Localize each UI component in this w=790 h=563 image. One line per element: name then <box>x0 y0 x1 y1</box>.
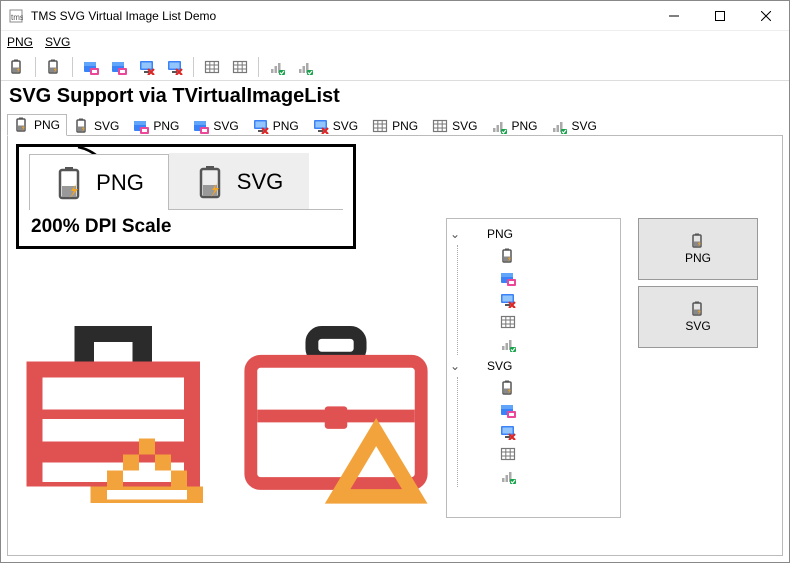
toolbar-grid-svg[interactable] <box>228 56 252 78</box>
battery-icon <box>500 248 516 264</box>
battery-icon <box>690 233 706 249</box>
toolbar-battery-png[interactable] <box>5 56 29 78</box>
save-icon <box>193 118 209 134</box>
menubar: PNG SVG <box>1 31 789 53</box>
monitor-x-icon <box>313 118 329 134</box>
dpi-scale-box: PNG SVG 200% DPI Scale <box>16 144 356 249</box>
toolbar-bars-svg[interactable] <box>293 56 317 78</box>
tree-leaf[interactable] <box>464 311 618 333</box>
tree-node-svg[interactable]: ⌄ SVG <box>449 355 618 377</box>
battery-icon <box>690 301 706 317</box>
tree-leaf[interactable] <box>464 465 618 487</box>
battery-icon <box>54 166 86 200</box>
bars-icon <box>500 336 516 352</box>
toolbar-save-png[interactable] <box>79 56 103 78</box>
chevron-down-icon[interactable]: ⌄ <box>449 227 461 241</box>
grid-icon <box>500 446 516 462</box>
toolbar-battery-svg[interactable] <box>42 56 66 78</box>
tab-svg-monitor[interactable]: SVG <box>306 115 365 136</box>
battery-icon <box>195 165 227 199</box>
window-title: TMS SVG Virtual Image List Demo <box>31 9 651 23</box>
chevron-down-icon[interactable]: ⌄ <box>449 359 461 373</box>
grid-icon <box>500 314 516 330</box>
toolbar-grid-png[interactable] <box>200 56 224 78</box>
tabstrip: PNG SVG PNG SVG PNG SVG PNG SVG PNG SVG <box>7 112 783 136</box>
dpi-scale-label: 200% DPI Scale <box>29 210 343 240</box>
save-icon <box>500 402 516 418</box>
battery-icon <box>500 380 516 396</box>
tab-svg-save[interactable]: SVG <box>186 115 245 136</box>
monitor-x-icon <box>500 292 516 308</box>
svg-button[interactable]: SVG <box>638 286 758 348</box>
tree-leaf[interactable] <box>464 443 618 465</box>
monitor-x-icon <box>500 424 516 440</box>
tab-png-monitor[interactable]: PNG <box>246 115 306 136</box>
tab-png-grid[interactable]: PNG <box>365 115 425 136</box>
tree-leaf[interactable] <box>464 399 618 421</box>
bars-icon <box>551 118 567 134</box>
battery-icon <box>74 118 90 134</box>
page-title: SVG Support via TVirtualImageList <box>7 83 783 112</box>
tab-svg-battery[interactable]: SVG <box>67 115 126 136</box>
tree-leaf[interactable] <box>464 289 618 311</box>
tree-leaf[interactable] <box>464 377 618 399</box>
png-button[interactable]: PNG <box>638 218 758 280</box>
battery-icon <box>14 117 30 133</box>
toolbar-save-svg[interactable] <box>107 56 131 78</box>
tree-view[interactable]: ⌄ PNG ⌄ SVG <box>446 218 621 518</box>
close-button[interactable] <box>743 1 789 31</box>
briefcase-svg-icon <box>236 326 436 506</box>
tree-node-png[interactable]: ⌄ PNG <box>449 223 618 245</box>
menu-svg[interactable]: SVG <box>45 35 70 49</box>
tab-panel: PNG SVG 200% DPI Scale ⌄ PNG <box>7 136 783 556</box>
app-window: tms TMS SVG Virtual Image List Demo PNG … <box>0 0 790 563</box>
tree-leaf[interactable] <box>464 267 618 289</box>
toolbar-monitor-svg[interactable] <box>163 56 187 78</box>
content-area: SVG Support via TVirtualImageList PNG SV… <box>1 81 789 562</box>
tab-png-battery[interactable]: PNG <box>7 114 67 136</box>
button-panel: PNG SVG <box>638 218 758 348</box>
briefcase-png-icon <box>18 326 218 506</box>
menu-png[interactable]: PNG <box>7 35 33 49</box>
tree-leaf[interactable] <box>464 421 618 443</box>
bars-icon <box>491 118 507 134</box>
svg-text:tms: tms <box>11 13 23 22</box>
tab-png-bars[interactable]: PNG <box>484 115 544 136</box>
toolbar <box>1 53 789 81</box>
minimize-button[interactable] <box>651 1 697 31</box>
app-icon: tms <box>1 9 31 23</box>
grid-icon <box>372 118 388 134</box>
tab-png-save[interactable]: PNG <box>126 115 186 136</box>
bars-icon <box>500 468 516 484</box>
tree-leaf[interactable] <box>464 333 618 355</box>
maximize-button[interactable] <box>697 1 743 31</box>
tab-svg-bars[interactable]: SVG <box>544 115 603 136</box>
tree-leaf[interactable] <box>464 245 618 267</box>
tab-svg-grid[interactable]: SVG <box>425 115 484 136</box>
save-icon <box>500 270 516 286</box>
boxed-tab-png[interactable]: PNG <box>29 154 169 210</box>
monitor-x-icon <box>253 118 269 134</box>
comparison-images <box>18 326 436 506</box>
grid-icon <box>432 118 448 134</box>
titlebar: tms TMS SVG Virtual Image List Demo <box>1 1 789 31</box>
save-icon <box>133 118 149 134</box>
toolbar-monitor-png[interactable] <box>135 56 159 78</box>
boxed-tab-svg[interactable]: SVG <box>169 153 309 209</box>
toolbar-bars-png[interactable] <box>265 56 289 78</box>
